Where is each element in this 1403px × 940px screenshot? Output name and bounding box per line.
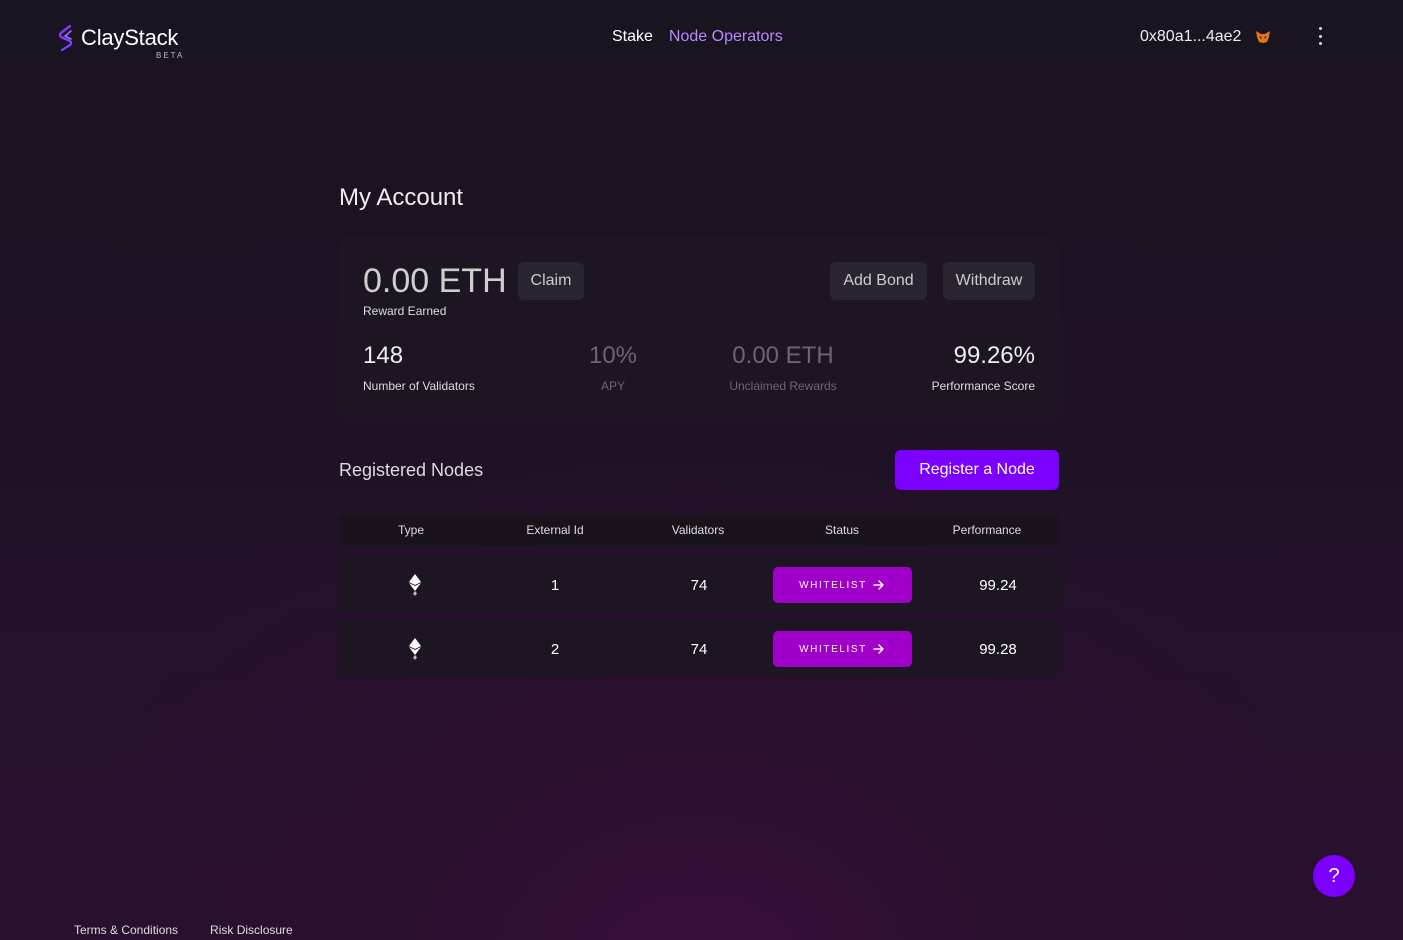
reward-earned-value: 0.00 ETH (363, 262, 507, 300)
arrow-right-icon (873, 580, 884, 590)
claim-button[interactable]: Claim (518, 262, 584, 300)
beta-badge: BETA (156, 51, 185, 60)
unclaimed-value: 0.00 ETH (732, 342, 834, 369)
validators-count: 148 (363, 342, 404, 369)
nav-node-operators[interactable]: Node Operators (669, 28, 783, 46)
logo[interactable]: ClayStack BETA (57, 24, 182, 60)
col-type: Type (397, 523, 424, 537)
status-label: WHITELIST (799, 579, 867, 591)
reward-earned-label: Reward Earned (363, 304, 447, 318)
performance-value: 99.26% (953, 342, 1035, 369)
table-header: Type External Id Validators Status Perfo… (339, 514, 1059, 546)
stat-validators: 148 Number of Validators (363, 342, 475, 393)
validators-label: Number of Validators (363, 379, 475, 393)
logo-text: ClayStack (81, 25, 179, 50)
unclaimed-label: Unclaimed Rewards (729, 379, 837, 393)
col-validators: Validators (671, 523, 725, 537)
kebab-menu-icon[interactable] (1316, 27, 1324, 45)
whitelist-status-button[interactable]: WHITELIST (772, 631, 912, 667)
ethereum-icon (409, 638, 421, 660)
col-external-id: External Id (526, 523, 584, 537)
status-label: WHITELIST (799, 643, 867, 655)
add-bond-button[interactable]: Add Bond (830, 262, 927, 300)
stat-unclaimed-rewards: 0.00 ETH Unclaimed Rewards (708, 342, 858, 393)
external-id-cell: 2 (550, 640, 560, 658)
stat-performance-score: 99.26% Performance Score (932, 342, 1035, 393)
col-status: Status (824, 523, 860, 537)
performance-cell: 99.24 (979, 576, 1017, 594)
wallet-button[interactable]: 0x80a1...4ae2 (1140, 28, 1271, 46)
account-card: 0.00 ETH Reward Earned Claim Add Bond Wi… (339, 236, 1059, 418)
performance-label: Performance Score (931, 379, 1035, 393)
terms-link[interactable]: Terms & Conditions (74, 923, 178, 937)
wallet-address: 0x80a1...4ae2 (1140, 28, 1242, 45)
stat-apy: 10% APY (553, 342, 673, 393)
whitelist-status-button[interactable]: WHITELIST (772, 567, 912, 603)
ethereum-icon (409, 574, 421, 596)
page-title: My Account (339, 184, 464, 211)
col-performance: Performance (952, 523, 1022, 537)
claystack-logo-icon (58, 24, 73, 52)
nav-stake[interactable]: Stake (612, 28, 653, 46)
table-row[interactable]: 1 74 WHITELIST 99.24 (339, 557, 1059, 613)
external-id-cell: 1 (550, 576, 560, 594)
registered-nodes-title: Registered Nodes (339, 460, 484, 480)
main-nav: Stake Node Operators (612, 28, 783, 46)
validators-cell: 74 (690, 640, 708, 658)
metamask-fox-icon (1256, 31, 1271, 43)
nodes-table: Type External Id Validators Status Perfo… (339, 514, 1059, 677)
register-node-button[interactable]: Register a Node (895, 450, 1059, 490)
apy-value: 10% (588, 342, 638, 369)
help-button[interactable]: ? (1313, 855, 1355, 897)
withdraw-button[interactable]: Withdraw (943, 262, 1035, 300)
arrow-right-icon (873, 644, 884, 654)
risk-disclosure-link[interactable]: Risk Disclosure (210, 923, 293, 937)
validators-cell: 74 (690, 576, 708, 594)
apy-label: APY (600, 379, 625, 393)
performance-cell: 99.28 (979, 640, 1017, 658)
table-row[interactable]: 2 74 WHITELIST 99.28 (339, 621, 1059, 677)
footer: Terms & Conditions Risk Disclosure (74, 923, 293, 937)
